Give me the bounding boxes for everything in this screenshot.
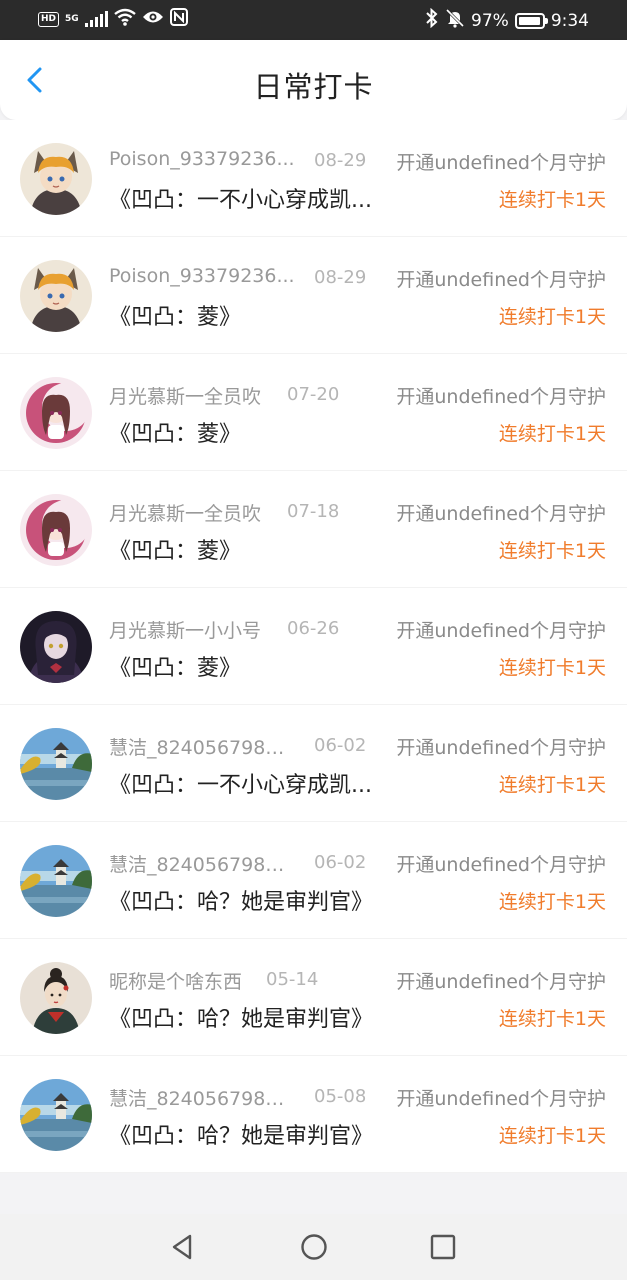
- book-title[interactable]: 《凹凸：哈？她是审判官》: [109, 1001, 373, 1033]
- app-header: 日常打卡: [0, 40, 627, 120]
- book-title[interactable]: 《凹凸：一不小心穿成凯...: [109, 767, 372, 799]
- user-avatar[interactable]: [20, 611, 92, 683]
- checkin-list: Poison_93379236... 08-29 开通undefined个月守护 《凹…: [0, 120, 627, 1173]
- user-avatar[interactable]: [20, 143, 92, 215]
- checkin-row[interactable]: 月光慕斯一全员吹 07-20 开通undefined个月守护《凹凸：菱》 连续打卡1天: [0, 354, 627, 471]
- guard-status: 开通undefined个月守护: [396, 269, 606, 291]
- signal-icon: [84, 11, 108, 27]
- battery-percent: 97%: [471, 10, 509, 31]
- streak-label: 连续打卡1天: [498, 891, 606, 913]
- checkin-date: 05-14: [266, 969, 319, 990]
- checkin-row[interactable]: 慧洁_8240567985... 06-02 开通undefined个月守护《凹凸：…: [0, 705, 627, 822]
- streak-label: 连续打卡1天: [498, 540, 606, 562]
- bluetooth-icon: [425, 7, 439, 33]
- square-recents-icon: [430, 1234, 456, 1260]
- book-title[interactable]: 《凹凸：菱》: [109, 650, 241, 682]
- triangle-back-icon: [172, 1234, 192, 1260]
- checkin-row[interactable]: 月光慕斯一全员吹 07-18 开通undefined个月守护《凹凸：菱》 连续打卡1天: [0, 471, 627, 588]
- eye-icon: [142, 9, 164, 29]
- book-title[interactable]: 《凹凸：哈？她是审判官》: [109, 884, 373, 916]
- checkin-date: 08-29: [314, 267, 367, 288]
- nav-recents-button[interactable]: [426, 1230, 460, 1264]
- checkin-row[interactable]: 慧洁_8240567985... 05-08 开通undefined个月守护《凹凸：…: [0, 1056, 627, 1173]
- user-name[interactable]: 慧洁_8240567985...: [109, 733, 295, 760]
- system-nav-bar: [0, 1214, 627, 1280]
- checkin-row[interactable]: 昵称是个啥东西 05-14 开通undefined个月守护《凹凸：哈？她是审判官》 连…: [0, 939, 627, 1056]
- book-title[interactable]: 《凹凸：哈？她是审判官》: [109, 1118, 373, 1150]
- battery-fill: [518, 16, 540, 25]
- streak-label: 连续打卡1天: [498, 189, 606, 211]
- guard-status: 开通undefined个月守护: [396, 1088, 606, 1110]
- checkin-row[interactable]: Poison_93379236... 08-29 开通undefined个月守护《凹…: [0, 120, 627, 237]
- book-title[interactable]: 《凹凸：菱》: [109, 533, 241, 565]
- guard-status: 开通undefined个月守护: [396, 854, 606, 876]
- hd-badge: HD: [38, 11, 60, 27]
- bell-off-icon: [445, 8, 465, 33]
- user-name[interactable]: 月光慕斯一小小号: [109, 616, 261, 643]
- circle-home-icon: [301, 1234, 327, 1260]
- streak-label: 连续打卡1天: [498, 423, 606, 445]
- clock: 9:34: [550, 10, 589, 31]
- guard-status: 开通undefined个月守护: [396, 386, 606, 408]
- user-name[interactable]: 慧洁_8240567985...: [109, 850, 295, 877]
- status-bar: HD 5G 97% 9:34: [0, 0, 627, 40]
- nav-back-button[interactable]: [166, 1230, 200, 1264]
- checkin-row[interactable]: 慧洁_8240567985... 06-02 开通undefined个月守护《凹凸：…: [0, 822, 627, 939]
- user-name[interactable]: Poison_93379236...: [109, 148, 295, 170]
- nav-home-button[interactable]: [297, 1230, 331, 1264]
- user-avatar[interactable]: [20, 1079, 92, 1151]
- guard-status: 开通undefined个月守护: [396, 620, 606, 642]
- page-title: 日常打卡: [253, 70, 374, 104]
- checkin-date: 05-08: [314, 1086, 367, 1107]
- checkin-row[interactable]: Poison_93379236... 08-29 开通undefined个月守护《凹…: [0, 237, 627, 354]
- user-name[interactable]: 昵称是个啥东西: [109, 967, 242, 994]
- book-title[interactable]: 《凹凸：菱》: [109, 299, 241, 331]
- checkin-date: 06-02: [314, 852, 367, 873]
- user-avatar[interactable]: [20, 494, 92, 566]
- checkin-row[interactable]: 月光慕斯一小小号 06-26 开通undefined个月守护《凹凸：菱》 连续打卡1天: [0, 588, 627, 705]
- network-type: 5G: [65, 14, 79, 24]
- wifi-icon: [113, 8, 136, 30]
- status-right: 97% 9:34: [425, 7, 589, 33]
- book-title[interactable]: 《凹凸：菱》: [109, 416, 241, 448]
- guard-status: 开通undefined个月守护: [396, 737, 606, 759]
- battery-icon: [514, 12, 548, 29]
- user-name[interactable]: 月光慕斯一全员吹: [109, 382, 261, 409]
- checkin-date: 07-20: [287, 384, 340, 405]
- streak-label: 连续打卡1天: [498, 657, 606, 679]
- user-avatar[interactable]: [20, 260, 92, 332]
- status-left: HD 5G: [38, 8, 188, 30]
- checkin-date: 06-02: [314, 735, 367, 756]
- checkin-date: 08-29: [314, 150, 367, 171]
- user-avatar[interactable]: [20, 728, 92, 800]
- book-title[interactable]: 《凹凸：一不小心穿成凯...: [109, 182, 372, 214]
- user-name[interactable]: 慧洁_8240567985...: [109, 1084, 295, 1111]
- streak-label: 连续打卡1天: [498, 1008, 606, 1030]
- streak-label: 连续打卡1天: [498, 774, 606, 796]
- user-name[interactable]: 月光慕斯一全员吹: [109, 499, 261, 526]
- streak-label: 连续打卡1天: [498, 1125, 606, 1147]
- streak-label: 连续打卡1天: [498, 306, 606, 328]
- user-avatar[interactable]: [20, 962, 92, 1034]
- user-avatar[interactable]: [20, 377, 92, 449]
- nfc-icon: [169, 8, 188, 30]
- user-name[interactable]: Poison_93379236...: [109, 265, 295, 287]
- guard-status: 开通undefined个月守护: [396, 503, 606, 525]
- checkin-date: 06-26: [287, 618, 340, 639]
- guard-status: 开通undefined个月守护: [396, 971, 606, 993]
- guard-status: 开通undefined个月守护: [396, 152, 606, 174]
- checkin-date: 07-18: [287, 501, 340, 522]
- user-avatar[interactable]: [20, 845, 92, 917]
